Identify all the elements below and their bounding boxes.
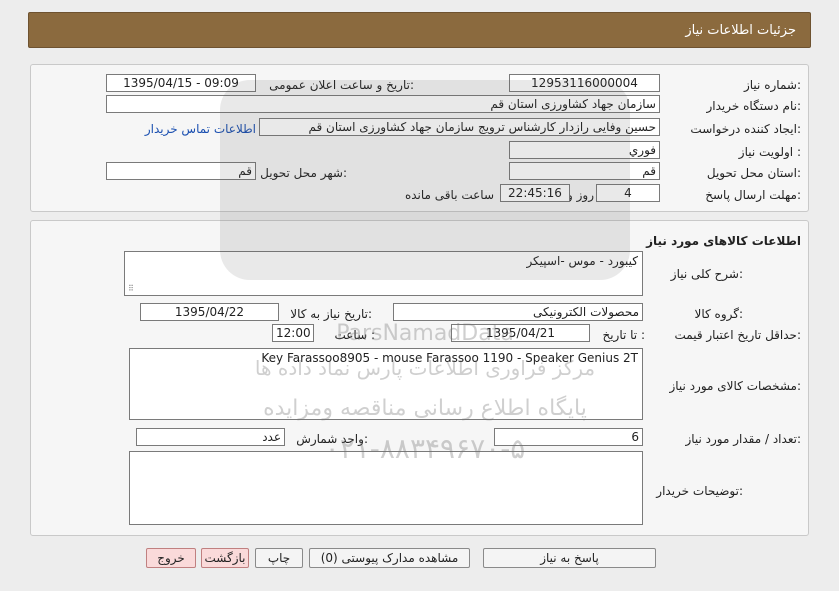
buyer-notes-textarea <box>129 451 643 525</box>
deadline-label: مهلت ارسال پاسخ: <box>705 188 801 202</box>
requester-label: ایجاد کننده درخواست: <box>690 122 801 136</box>
until-date-field: 1395/04/21 <box>451 324 590 342</box>
specs-text: Key Farassoo8905 - mouse Farassoo 1190 -… <box>261 351 638 365</box>
buyer-notes-label: توضیحات خریدار: <box>656 484 743 498</box>
need-date-label: تاریخ نیاز به کالا: <box>290 307 372 321</box>
days-label: روز و <box>567 188 594 202</box>
goods-section-title: اطلاعات کالاهای مورد نیاز <box>646 234 801 248</box>
need-number-label: شماره نیاز: <box>743 78 801 92</box>
specs-label: مشخصات کالای مورد نیاز: <box>669 379 801 393</box>
province-field: قم <box>509 162 660 180</box>
until-date-label: تا تاریخ : <box>602 328 645 342</box>
qty-label: تعداد / مقدار مورد نیاز: <box>685 432 801 446</box>
unit-field: عدد <box>136 428 285 446</box>
buyer-org-field: سازمان جهاد کشاورزی استان قم <box>106 95 660 113</box>
group-label: گروه کالا: <box>694 307 744 321</box>
specs-textarea: Key Farassoo8905 - mouse Farassoo 1190 -… <box>129 348 643 420</box>
summary-text: کیبورد - موس -اسپیکر <box>526 254 638 268</box>
back-button[interactable]: بازگشت <box>201 548 249 568</box>
page-title: جزئیات اطلاعات نیاز <box>28 12 811 48</box>
days-field: 4 <box>596 184 660 202</box>
time-left-label: ساعت باقی مانده <box>404 188 494 202</box>
resize-grip-icon[interactable]: ⠿ <box>128 285 134 293</box>
print-button[interactable]: چاپ <box>255 548 303 568</box>
summary-textarea: کیبورد - موس -اسپیکر ⠿ <box>124 251 643 296</box>
min-price-date-label: حداقل تاریخ اعتبار قیمت: <box>674 328 801 342</box>
contact-buyer-link[interactable]: اطلاعات تماس خریدار <box>145 120 256 138</box>
requester-field: حسین وفایی رازدار کارشناس ترویج سازمان ج… <box>259 118 660 136</box>
time-label: ساعت : <box>334 328 375 342</box>
priority-field: فوري <box>509 141 660 159</box>
announce-label: تاریخ و ساعت اعلان عمومی: <box>269 78 414 92</box>
time-field: 12:00 <box>272 324 314 342</box>
time-left-field: 22:45:16 <box>500 184 570 202</box>
announce-field: 1395/04/15 - 09:09 <box>106 74 256 92</box>
priority-label: اولویت نیاز : <box>738 145 801 159</box>
city-label: شهر محل تحویل: <box>260 166 347 180</box>
attached-docs-button[interactable]: مشاهده مدارک پیوستی (0) <box>309 548 470 568</box>
exit-button[interactable]: خروج <box>146 548 196 568</box>
reply-button[interactable]: پاسخ به نیاز <box>483 548 656 568</box>
city-field: قم <box>106 162 256 180</box>
need-date-field: 1395/04/22 <box>140 303 279 321</box>
need-number-field: 12953116000004 <box>509 74 660 92</box>
buyer-org-label: نام دستگاه خریدار: <box>706 99 802 113</box>
qty-field: 6 <box>494 428 643 446</box>
province-label: استان محل تحویل: <box>706 166 801 180</box>
unit-label: واحد شمارش: <box>296 432 368 446</box>
summary-label: شرح کلی نیاز: <box>670 267 743 281</box>
group-field: محصولات الکترونیکی <box>393 303 643 321</box>
